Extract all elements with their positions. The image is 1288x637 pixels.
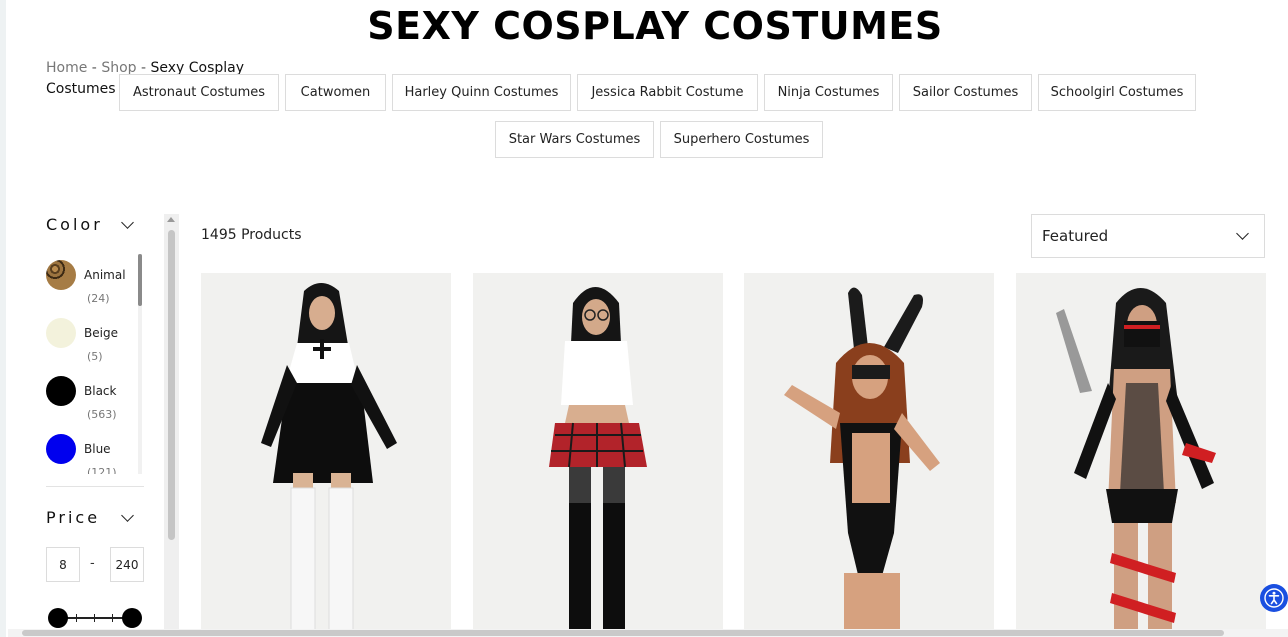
accessibility-icon bbox=[1264, 588, 1284, 608]
chevron-down-icon[interactable] bbox=[121, 509, 134, 522]
schoolgirl-costume-photo[interactable] bbox=[473, 273, 723, 637]
page-title: SEXY COSPLAY COSTUMES bbox=[367, 4, 943, 48]
price-range-dash: - bbox=[90, 556, 95, 571]
category-ninja-costumes[interactable]: Ninja Costumes bbox=[764, 74, 893, 111]
color-list-scroll-thumb[interactable] bbox=[138, 254, 142, 306]
color-swatch-list: Animal (24) Beige (5) Black (563) Blue (… bbox=[46, 254, 146, 474]
category-harley-quinn-costumes[interactable]: Harley Quinn Costumes bbox=[392, 74, 571, 111]
sort-dropdown[interactable]: Featured bbox=[1031, 214, 1265, 258]
beige-swatch[interactable] bbox=[46, 318, 76, 348]
swatch-label: Beige bbox=[84, 326, 118, 340]
category-superhero-costumes[interactable]: Superhero Costumes bbox=[660, 121, 823, 158]
chevron-down-icon[interactable] bbox=[121, 216, 134, 229]
swatch-label: Animal bbox=[84, 268, 126, 282]
category-catwomen[interactable]: Catwomen bbox=[285, 74, 386, 111]
category-schoolgirl-costumes[interactable]: Schoolgirl Costumes bbox=[1038, 74, 1196, 111]
product-card[interactable] bbox=[473, 273, 723, 637]
animal-swatch[interactable] bbox=[46, 260, 76, 290]
ninja-costume-photo[interactable] bbox=[1016, 273, 1266, 637]
swatch-label: Black bbox=[84, 384, 117, 398]
horizontal-scroll-thumb[interactable] bbox=[22, 630, 1224, 636]
category-jessica-rabbit-costume[interactable]: Jessica Rabbit Costume bbox=[577, 74, 758, 111]
sidebar-scroll-thumb[interactable] bbox=[168, 230, 175, 540]
price-slider-track[interactable] bbox=[58, 614, 132, 622]
black-swatch[interactable] bbox=[46, 376, 76, 406]
nun-costume-photo[interactable] bbox=[201, 273, 451, 637]
accessibility-button[interactable] bbox=[1260, 584, 1288, 612]
window-edge bbox=[0, 0, 6, 637]
color-list-scrollbar[interactable] bbox=[138, 254, 142, 474]
slider-tick bbox=[76, 614, 77, 622]
price-max-input[interactable]: 240 bbox=[110, 547, 144, 582]
price-slider-max-handle[interactable] bbox=[122, 608, 142, 628]
swatch-label: Blue bbox=[84, 442, 111, 456]
swatch-count: (24) bbox=[87, 292, 110, 305]
category-sailor-costumes[interactable]: Sailor Costumes bbox=[899, 74, 1032, 111]
category-astronaut-costumes[interactable]: Astronaut Costumes bbox=[119, 74, 279, 111]
filter-divider bbox=[46, 486, 144, 487]
chevron-down-icon bbox=[1236, 227, 1249, 240]
category-star-wars-costumes[interactable]: Star Wars Costumes bbox=[495, 121, 654, 158]
swatch-count: (5) bbox=[87, 350, 103, 363]
price-filter-title: Price bbox=[46, 508, 101, 527]
breadcrumb-home-link[interactable]: Home bbox=[46, 60, 87, 76]
bunny-costume-photo[interactable] bbox=[744, 273, 994, 637]
swatch-count: (563) bbox=[87, 408, 117, 421]
product-count: 1495 Products bbox=[201, 227, 302, 243]
product-card[interactable] bbox=[744, 273, 994, 637]
sidebar-scrollbar[interactable] bbox=[164, 214, 179, 637]
page-horizontal-scrollbar[interactable] bbox=[8, 629, 1288, 637]
price-slider-min-handle[interactable] bbox=[48, 608, 68, 628]
swatch-count: (121) bbox=[87, 466, 117, 474]
blue-swatch[interactable] bbox=[46, 434, 76, 464]
color-filter-title: Color bbox=[46, 215, 103, 234]
scroll-up-arrow-icon[interactable] bbox=[167, 217, 175, 222]
price-min-input[interactable]: 8 bbox=[46, 547, 80, 582]
product-card[interactable] bbox=[201, 273, 451, 637]
slider-tick bbox=[112, 614, 113, 622]
breadcrumb-separator: - bbox=[91, 60, 97, 76]
slider-tick bbox=[94, 614, 95, 622]
product-card[interactable] bbox=[1016, 273, 1266, 637]
sort-selected-value: Featured bbox=[1042, 227, 1109, 245]
